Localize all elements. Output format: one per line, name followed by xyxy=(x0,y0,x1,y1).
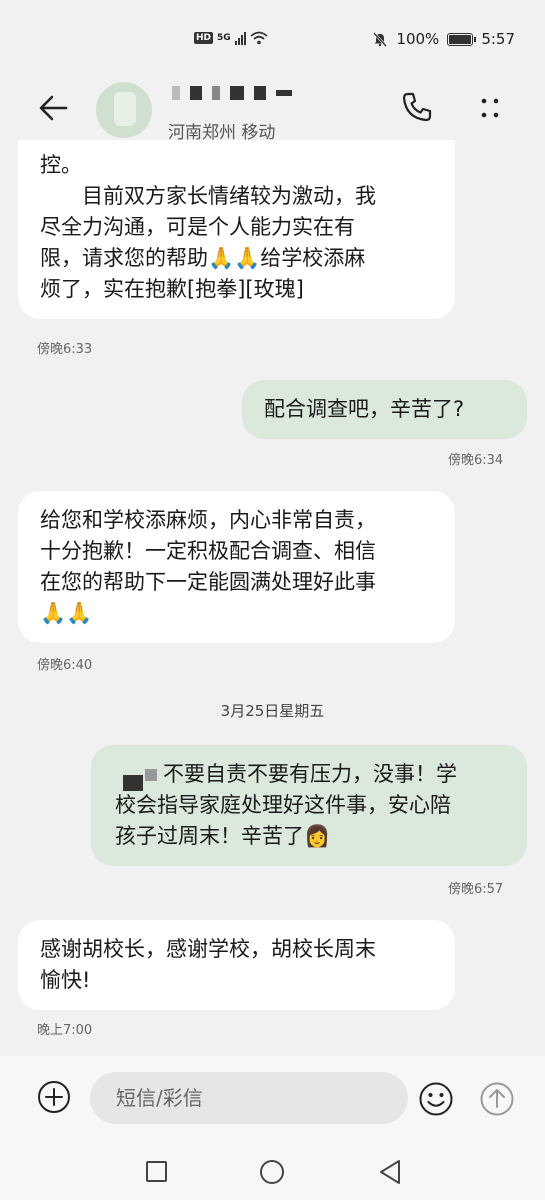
back-arrow-icon[interactable] xyxy=(36,90,72,126)
message-line: 配合调查吧，辛苦了? xyxy=(264,397,465,421)
hd-icon: HD xyxy=(194,32,214,44)
redacted-block xyxy=(123,775,143,791)
status-right: 100% 5:57 xyxy=(372,30,515,48)
message-time: 傍晚6:34 xyxy=(448,453,504,468)
message-line: 🙏🙏 xyxy=(40,601,93,625)
contact-name-redacted xyxy=(172,86,292,100)
message-time: 傍晚6:33 xyxy=(37,342,93,357)
message-time: 傍晚6:40 xyxy=(37,658,93,673)
mute-bell-icon xyxy=(373,32,388,47)
wifi-icon xyxy=(250,31,268,45)
recent-apps-icon[interactable] xyxy=(146,1161,167,1182)
emoji-icon[interactable] xyxy=(418,1081,454,1117)
message-input[interactable] xyxy=(90,1072,408,1124)
send-icon[interactable] xyxy=(479,1081,515,1117)
message-line: 孩子过周末！辛苦了👩 xyxy=(115,824,331,848)
message-time: 傍晚6:57 xyxy=(448,882,504,897)
message-bubble-outgoing[interactable]: 不要自责不要有压力，没事！学 校会指导家庭处理好这件事，安心陪 孩子过周末！辛苦… xyxy=(91,745,527,866)
battery-percent: 100% xyxy=(396,30,440,48)
system-nav-bar xyxy=(0,1141,545,1200)
status-left: HD 5G xyxy=(194,31,268,45)
message-line: 愉快! xyxy=(40,968,91,992)
message-line: 限，请求您的帮助🙏🙏给学校添麻 xyxy=(40,246,366,270)
message-line: 控。 xyxy=(40,153,82,177)
message-time: 晚上7:00 xyxy=(37,1023,93,1038)
battery-icon xyxy=(447,32,477,46)
add-attachment-icon[interactable] xyxy=(37,1080,71,1114)
more-icon[interactable] xyxy=(474,92,506,124)
message-line: 在您的帮助下一定能圆满处理好此事 xyxy=(40,570,376,594)
message-line: 烦了，实在抱歉[抱拳][玫瑰] xyxy=(40,277,304,301)
network-type: 5G xyxy=(217,33,231,43)
compose-bar xyxy=(0,1056,545,1141)
message-line: 感谢胡校长，感谢学校，胡校长周末 xyxy=(40,937,376,961)
message-line: 目前双方家长情绪较为激动，我 xyxy=(40,184,376,208)
date-separator: 3月25日星期五 xyxy=(220,702,325,720)
signal-icon xyxy=(234,31,246,45)
phone-icon[interactable] xyxy=(400,90,434,124)
message-bubble-incoming[interactable]: 控。 目前双方家长情绪较为激动，我 尽全力沟通，可是个人能力实在有 限，请求您的… xyxy=(18,140,455,319)
redacted-fragment xyxy=(145,769,157,781)
message-bubble-incoming[interactable]: 给您和学校添麻烦，内心非常自责， 十分抱歉！一定积极配合调查、相信 在您的帮助下… xyxy=(18,491,455,643)
message-line-first: 不要自责不要有压力，没事！学 xyxy=(115,759,515,791)
message-line: 尽全力沟通，可是个人能力实在有 xyxy=(40,215,355,239)
clock: 5:57 xyxy=(481,30,515,48)
message-line: 给您和学校添麻烦，内心非常自责， xyxy=(40,508,376,532)
avatar[interactable] xyxy=(96,82,152,138)
message-line: 十分抱歉！一定积极配合调查、相信 xyxy=(40,539,376,563)
message-line: 校会指导家庭处理好这件事，安心陪 xyxy=(115,793,451,817)
home-icon[interactable] xyxy=(260,1160,284,1184)
message-bubble-incoming[interactable]: 感谢胡校长，感谢学校，胡校长周末 愉快! xyxy=(18,920,455,1010)
conversation-header: 河南郑州 移动 xyxy=(0,80,545,145)
status-bar: HD 5G 100% 5:57 xyxy=(0,0,545,80)
message-bubble-outgoing[interactable]: 配合调查吧，辛苦了? xyxy=(242,380,527,439)
message-line: 不要自责不要有压力，没事！学 xyxy=(163,762,457,786)
nav-back-icon[interactable] xyxy=(378,1159,402,1185)
